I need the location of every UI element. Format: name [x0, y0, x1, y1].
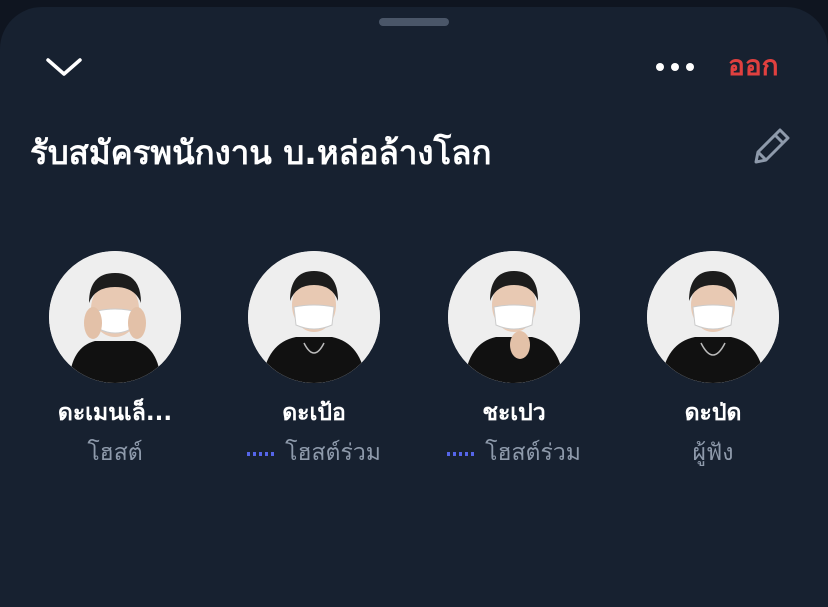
avatar	[248, 251, 380, 383]
more-options-button[interactable]	[650, 52, 700, 82]
speaking-indicator-icon	[447, 451, 476, 456]
participant-role: โฮสต์ร่วม	[414, 435, 614, 471]
participant-name: ดะเป้อ	[282, 400, 346, 426]
participant-card[interactable]: ชะเปว โฮสต์ร่วม	[414, 243, 614, 466]
participant-role-label: ผู้ฟัง	[692, 440, 734, 466]
participant-card[interactable]: ดะป่ด ผู้ฟัง	[613, 243, 813, 466]
participant-name: ดะเมนเล็...	[57, 400, 173, 426]
edit-title-button[interactable]	[748, 122, 796, 170]
sheet-grabber-handle[interactable]	[379, 18, 449, 26]
leave-button[interactable]: ออก	[728, 44, 779, 88]
participant-name: ดะป่ด	[684, 400, 742, 426]
participant-role: ผู้ฟัง	[613, 435, 813, 471]
speaking-indicator-icon	[247, 451, 276, 456]
space-title: รับสมัครพนักงาน บ.หล่อล้างโลก	[30, 133, 492, 172]
participant-card[interactable]: ดะเมนเล็... โฮสต์	[15, 243, 215, 466]
participant-name: ชะเปว	[482, 400, 546, 426]
avatar	[647, 251, 779, 383]
participant-role: โฮสต์ร่วม	[214, 435, 414, 471]
pencil-icon	[754, 128, 790, 164]
participant-role-label: โฮสต์ร่วม	[285, 440, 381, 466]
chevron-down-icon	[46, 58, 82, 76]
avatar	[448, 251, 580, 383]
participant-role-label: โฮสต์ร่วม	[485, 440, 581, 466]
avatar	[49, 251, 181, 383]
participant-card[interactable]: ดะเป้อ โฮสต์ร่วม	[214, 243, 414, 466]
collapse-button[interactable]	[40, 44, 90, 84]
participant-role: โฮสต์	[15, 435, 215, 471]
participant-role-label: โฮสต์	[87, 440, 143, 466]
more-dots-icon	[656, 63, 694, 71]
